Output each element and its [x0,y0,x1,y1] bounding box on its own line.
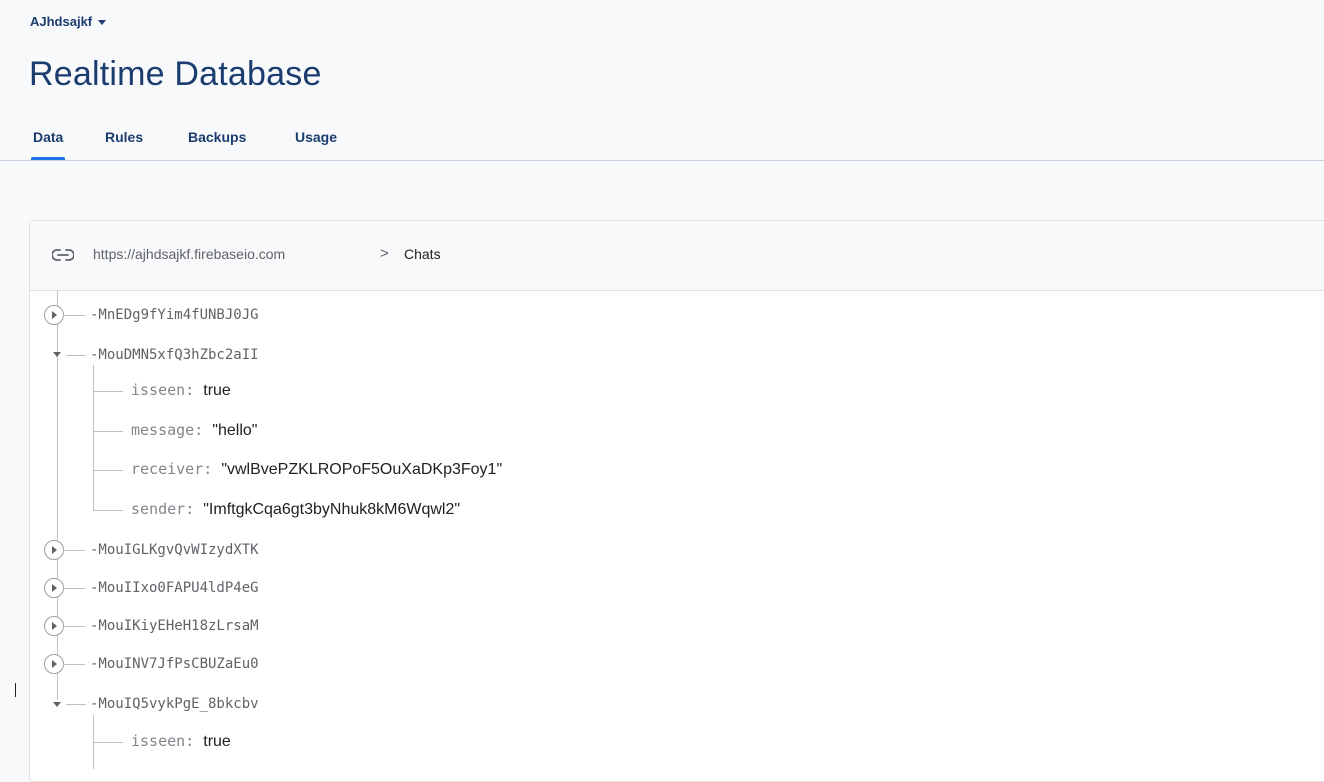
tree-leaf[interactable]: sender: "ImftgkCqa6gt3byNhuk8kM6Wqwl2" [131,500,460,530]
tree-leaf[interactable]: receiver: "vwlBvePZKLROPoF5OuXaDKp3Foy1" [131,460,502,490]
leaf-key: receiver [131,460,204,478]
leaf-key: isseen [131,381,186,399]
tree-node[interactable]: -MnEDg9fYim4fUNBJ0JG [90,306,259,336]
page-header: AJhdsajkf Realtime Database Data Rules B… [0,0,1324,161]
tree-node[interactable]: -MouIGLKgvQvWIzydXTK [90,541,259,571]
page-title: Realtime Database [29,55,322,93]
leaf-value: "vwlBvePZKLROPoF5OuXaDKp3Foy1" [221,461,503,478]
text-cursor [15,683,16,697]
reference-bar: https://ajhdsajkf.firebaseio.com > Chats [30,221,1324,291]
tree-node[interactable]: -MouIIxo0FAPU4ldP4eG [90,579,259,609]
leaf-value: true [203,382,231,399]
database-url[interactable]: https://ajhdsajkf.firebaseio.com [93,246,285,262]
leaf-key: message [131,421,195,439]
chevron-down-icon [98,19,107,25]
tree-leaf[interactable]: message: "hello" [131,421,257,451]
tab-usage[interactable]: Usage [295,129,337,145]
tree-node[interactable]: -MouINV7JfPsCBUZaEu0 [90,655,259,685]
node-key: -MouIKiyEHeH18zLrsaM [90,618,259,634]
node-key: -MouIQ5vykPgE_8bkcbv [90,696,259,712]
breadcrumb-separator-icon: > [380,245,389,262]
node-key: -MouDMN5xfQ3hZbc2aII [90,347,259,363]
node-key: -MouINV7JfPsCBUZaEu0 [90,656,259,672]
leaf-value: "hello" [212,422,258,439]
project-selector[interactable]: AJhdsajkf [30,14,107,29]
tab-rules[interactable]: Rules [105,129,143,145]
node-key: -MnEDg9fYim4fUNBJ0JG [90,307,259,323]
tab-backups[interactable]: Backups [188,129,246,145]
tree-node[interactable]: -MouIKiyEHeH18zLrsaM [90,617,259,647]
tab-bar: Data Rules Backups Usage [0,116,1324,161]
breadcrumb-current: Chats [404,246,441,262]
project-name: AJhdsajkf [30,14,93,29]
tree-leaf[interactable]: isseen: true [131,732,231,762]
tree-node[interactable]: -MouDMN5xfQ3hZbc2aII [90,346,259,376]
leaf-value: true [203,733,231,750]
node-key: -MouIIxo0FAPU4ldP4eG [90,580,259,596]
leaf-key: isseen [131,732,186,750]
tree-leaf[interactable]: isseen: true [131,381,231,411]
link-icon[interactable] [52,248,74,262]
tree-node[interactable]: -MouIQ5vykPgE_8bkcbv [90,695,259,725]
leaf-key: sender [131,500,186,518]
node-key: -MouIGLKgvQvWIzydXTK [90,542,259,558]
tab-data[interactable]: Data [30,129,66,160]
leaf-value: "ImftgkCqa6gt3byNhuk8kM6Wqwl2" [203,501,461,518]
